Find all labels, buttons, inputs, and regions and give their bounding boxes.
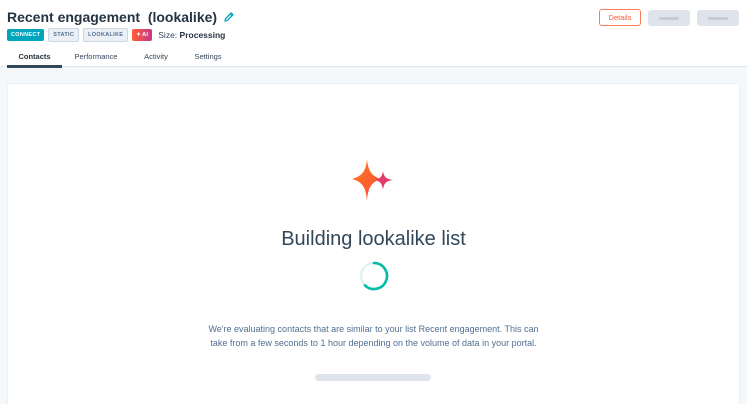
tab-performance[interactable]: Performance <box>62 46 130 67</box>
building-heading: Building lookalike list <box>281 228 466 250</box>
button-placeholder <box>708 16 728 20</box>
list-page: Recent engagement (lookalike) CONNECT ST… <box>0 0 747 404</box>
ai-badge: ✦ AI <box>132 29 153 41</box>
tab-bar: Contacts Performance Activity Settings <box>7 46 234 68</box>
ai-badge-label: AI <box>142 32 149 38</box>
tab-label: Contacts <box>18 52 51 61</box>
loading-action-button-1[interactable] <box>648 10 690 26</box>
page-title: Recent engagement (lookalike) <box>7 9 218 25</box>
size-value: Processing <box>179 30 226 40</box>
list-header: Recent engagement (lookalike) CONNECT ST… <box>0 0 747 68</box>
details-button[interactable]: Details <box>599 9 641 26</box>
title-row: Recent engagement (lookalike) <box>7 9 235 25</box>
tab-label: Activity <box>144 52 168 61</box>
static-badge: STATIC <box>48 28 80 42</box>
tab-contacts[interactable]: Contacts <box>7 46 62 68</box>
size-label: Size: <box>158 30 178 40</box>
pencil-icon[interactable] <box>223 11 235 23</box>
building-description: We're evaluating contacts that are simil… <box>208 324 539 348</box>
sparkle-icon <box>352 159 393 201</box>
button-placeholder <box>659 16 679 20</box>
tab-settings[interactable]: Settings <box>182 46 234 67</box>
list-tags: CONNECT STATIC LOOKALIKE ✦ AI Size: Proc… <box>7 28 225 42</box>
loading-placeholder-bar <box>315 374 431 381</box>
ai-sparkle-icon: ✦ <box>136 32 142 38</box>
tab-activity[interactable]: Activity <box>130 46 182 67</box>
loading-spinner-icon <box>359 261 389 291</box>
connect-badge: CONNECT <box>7 29 45 41</box>
tab-label: Settings <box>194 52 222 61</box>
lookalike-badge: LOOKALIKE <box>83 28 129 42</box>
loading-action-button-2[interactable] <box>697 10 739 26</box>
tab-label: Performance <box>74 52 118 61</box>
size-status: Size: Processing <box>158 30 225 40</box>
